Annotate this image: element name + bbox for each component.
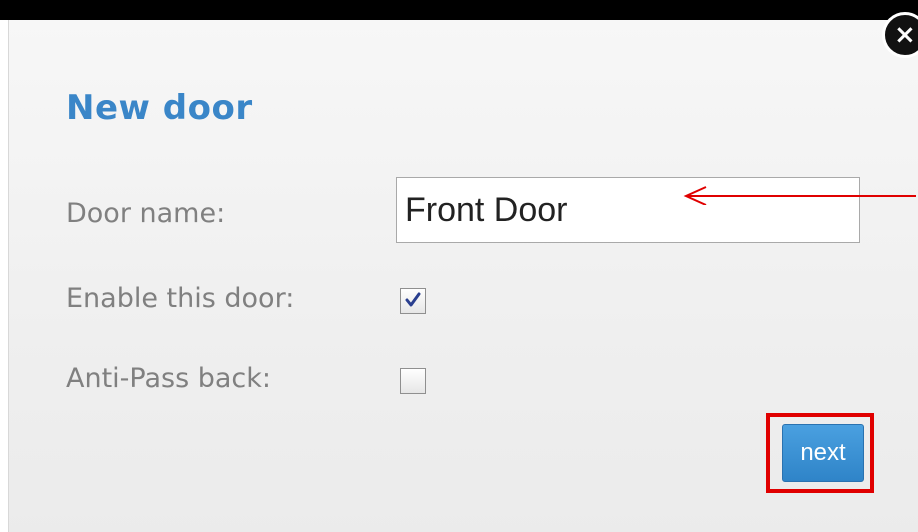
dialog-title: New door xyxy=(66,88,253,128)
enable-door-checkbox[interactable] xyxy=(400,288,426,314)
checkmark-icon xyxy=(405,292,421,307)
door-name-input[interactable] xyxy=(396,177,860,243)
door-name-label: Door name: xyxy=(66,198,226,229)
next-button[interactable]: next xyxy=(782,424,864,482)
anti-pass-back-label: Anti-Pass back: xyxy=(66,363,272,394)
window-top-bar xyxy=(0,0,918,20)
enable-door-label: Enable this door: xyxy=(66,283,295,314)
anti-pass-back-checkbox[interactable] xyxy=(400,368,426,394)
screenshot-frame: × New door Door name: Enable this door: … xyxy=(0,0,918,532)
